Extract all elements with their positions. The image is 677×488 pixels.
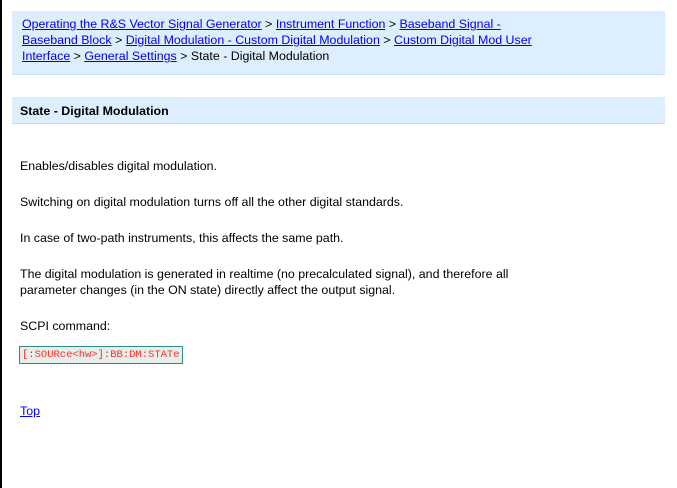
- breadcrumb-link-instrument-function[interactable]: Instrument Function: [276, 17, 386, 31]
- breadcrumb-link-custom-digital-mod-ui[interactable]: Custom Digital Mod User: [394, 33, 532, 47]
- top-link[interactable]: Top: [20, 403, 40, 419]
- breadcrumb-link-operating[interactable]: Operating the R&S Vector Signal Generato…: [22, 17, 262, 31]
- breadcrumb-line-1: Operating the R&S Vector Signal Generato…: [22, 16, 657, 32]
- breadcrumb-link-baseband-signal[interactable]: Baseband Signal -: [400, 17, 501, 31]
- breadcrumb-separator: >: [383, 33, 391, 47]
- scpi-command-code[interactable]: [:SOURce<hw>]:BB:DM:STATe: [19, 346, 183, 364]
- breadcrumb-separator: >: [73, 49, 81, 63]
- page-title: State - Digital Modulation: [12, 97, 665, 124]
- breadcrumb-separator: >: [115, 33, 123, 47]
- description-paragraph: Enables/disables digital modulation.: [20, 159, 217, 173]
- breadcrumb-current: State - Digital Modulation: [190, 49, 330, 63]
- description-paragraph: parameter changes (in the ON state) dire…: [20, 283, 396, 297]
- scpi-command-label: SCPI command:: [20, 319, 111, 333]
- breadcrumb-line-2: Baseband Block > Digital Modulation - Cu…: [22, 32, 657, 48]
- window-left-border: [0, 0, 2, 488]
- breadcrumb: Operating the R&S Vector Signal Generato…: [12, 11, 665, 75]
- description-paragraph: Switching on digital modulation turns of…: [20, 195, 404, 209]
- description-paragraph: The digital modulation is generated in r…: [20, 267, 509, 281]
- breadcrumb-link-digital-modulation[interactable]: Digital Modulation - Custom Digital Modu…: [126, 33, 380, 47]
- breadcrumb-link-baseband-block[interactable]: Baseband Block: [22, 33, 112, 47]
- breadcrumb-separator: >: [180, 49, 188, 63]
- breadcrumb-link-interface[interactable]: Interface: [22, 49, 70, 63]
- breadcrumb-separator: >: [265, 17, 273, 31]
- breadcrumb-line-3: Interface > General Settings > State - D…: [22, 48, 657, 64]
- breadcrumb-link-general-settings[interactable]: General Settings: [84, 49, 176, 63]
- description-paragraph: In case of two-path instruments, this af…: [20, 231, 344, 245]
- breadcrumb-separator: >: [388, 17, 397, 31]
